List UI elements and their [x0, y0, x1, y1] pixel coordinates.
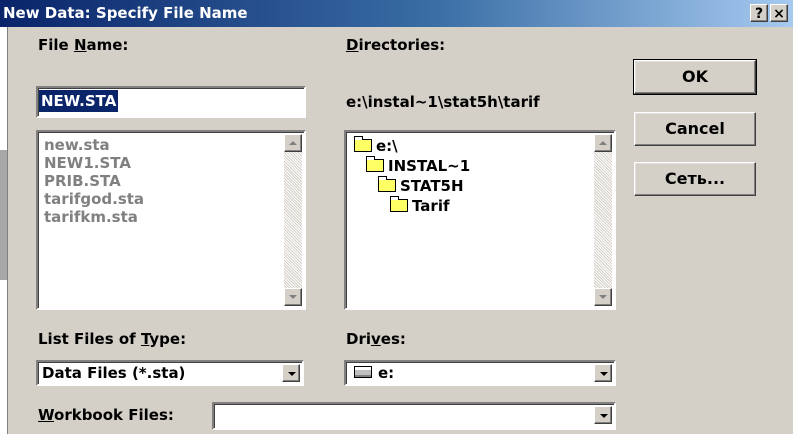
- current-directory-path: e:\instal~1\stat5h\tarif: [346, 93, 540, 111]
- file-list-item[interactable]: NEW1.STA: [44, 154, 131, 172]
- file-type-select[interactable]: Data Files (*.sta): [36, 360, 304, 386]
- directory-item[interactable]: INSTAL~1: [366, 156, 470, 175]
- scroll-up-button[interactable]: [284, 134, 302, 152]
- list-type-label: List Files of Type:: [38, 330, 187, 348]
- file-type-dropdown-button[interactable]: [282, 364, 300, 382]
- drive-value: e:: [354, 364, 394, 382]
- folder-open-icon: [366, 156, 384, 172]
- drive-dropdown-button[interactable]: [594, 364, 612, 382]
- window-title: New Data: Specify File Name: [3, 4, 248, 22]
- network-button[interactable]: Сеть...: [634, 162, 756, 196]
- ok-button[interactable]: OK: [633, 59, 757, 95]
- directories-label: Directories:: [346, 36, 446, 54]
- directory-tree-scrollbar[interactable]: [594, 134, 612, 306]
- scroll-up-button[interactable]: [594, 134, 612, 152]
- close-button[interactable]: ×: [770, 4, 788, 22]
- folder-open-icon: [354, 136, 372, 152]
- chevron-up-icon: [599, 141, 607, 145]
- workbook-dropdown-button[interactable]: [594, 406, 612, 424]
- file-list-scrollbar[interactable]: [284, 134, 302, 306]
- file-list-item[interactable]: PRIB.STA: [44, 172, 121, 190]
- background-window-shadow: [0, 150, 7, 280]
- workbook-files-select[interactable]: [212, 402, 616, 430]
- file-list-item[interactable]: new.sta: [44, 136, 110, 154]
- file-list[interactable]: new.sta NEW1.STA PRIB.STA tarifgod.sta t…: [36, 130, 306, 310]
- drive-icon: [354, 366, 372, 378]
- directory-tree[interactable]: e:\ INSTAL~1 STAT5H Tarif: [344, 130, 616, 310]
- file-name-value: NEW.STA: [39, 90, 119, 112]
- folder-open-icon: [378, 176, 396, 192]
- drive-select[interactable]: e:: [344, 360, 616, 386]
- folder-open-icon: [390, 196, 408, 212]
- file-type-value: Data Files (*.sta): [42, 364, 186, 382]
- directory-item[interactable]: STAT5H: [378, 176, 464, 195]
- chevron-down-icon: [600, 372, 608, 376]
- chevron-down-icon: [599, 295, 607, 299]
- chevron-down-icon: [600, 414, 608, 418]
- help-button[interactable]: ?: [750, 4, 768, 22]
- chevron-down-icon: [289, 295, 297, 299]
- chevron-up-icon: [289, 141, 297, 145]
- drives-label: Drives:: [346, 330, 406, 348]
- cancel-button[interactable]: Cancel: [634, 112, 756, 146]
- scroll-down-button[interactable]: [594, 288, 612, 306]
- workbook-files-label: Workbook Files:: [38, 406, 174, 424]
- chevron-down-icon: [288, 372, 296, 376]
- file-list-item[interactable]: tarifgod.sta: [44, 190, 144, 208]
- scroll-down-button[interactable]: [284, 288, 302, 306]
- file-name-label: File Name:: [38, 36, 129, 54]
- directory-item[interactable]: e:\: [354, 136, 398, 155]
- file-name-input[interactable]: NEW.STA: [36, 86, 306, 118]
- directory-item-selected[interactable]: Tarif: [390, 196, 450, 215]
- file-list-item[interactable]: tarifkm.sta: [44, 208, 138, 226]
